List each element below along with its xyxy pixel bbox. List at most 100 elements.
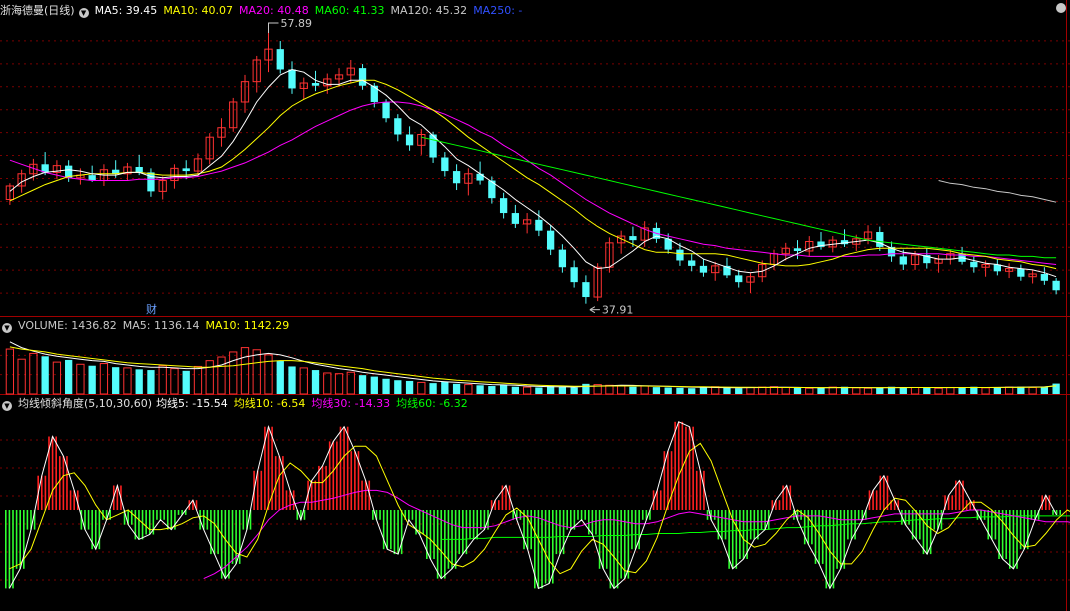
volume-bar bbox=[1040, 387, 1049, 394]
volume-bar bbox=[476, 385, 484, 394]
candle-body bbox=[629, 236, 637, 241]
volume-bar bbox=[464, 384, 473, 395]
volume-bar bbox=[99, 363, 109, 395]
volume-bar bbox=[123, 367, 132, 395]
candle-body bbox=[476, 173, 484, 181]
volume-bar bbox=[629, 386, 637, 394]
candle-body bbox=[135, 167, 143, 173]
volume-bar bbox=[758, 386, 767, 395]
volume-bar bbox=[65, 359, 73, 394]
candle-body bbox=[546, 230, 555, 250]
volume-bar bbox=[193, 365, 203, 395]
volume-bar bbox=[217, 356, 226, 395]
volume-bar bbox=[1028, 386, 1037, 395]
volume-bar bbox=[828, 386, 837, 395]
volume-bar bbox=[147, 370, 155, 394]
volume-bar bbox=[276, 360, 284, 394]
volume-bar bbox=[993, 387, 1001, 394]
volume-bar bbox=[1052, 383, 1060, 394]
candle-body bbox=[358, 68, 367, 86]
ma120-line bbox=[938, 180, 1057, 203]
candle-body bbox=[182, 168, 190, 172]
volume-panel bbox=[5, 341, 1060, 395]
candle-body bbox=[699, 265, 708, 273]
high-price-label: 57.89 bbox=[281, 17, 313, 30]
candle-body bbox=[405, 134, 414, 146]
volume-bar bbox=[852, 387, 861, 395]
candle-body bbox=[311, 83, 320, 86]
volume-bar bbox=[781, 386, 790, 395]
volume-bar bbox=[558, 386, 567, 394]
volume-bar bbox=[934, 387, 943, 395]
volume-bar bbox=[429, 383, 437, 394]
volume-bar bbox=[746, 386, 755, 395]
volume-bar bbox=[170, 368, 179, 395]
low-price-label: 37.91 bbox=[602, 304, 634, 317]
financial-report-marker[interactable]: 财 bbox=[146, 302, 157, 316]
candle-body bbox=[499, 198, 508, 214]
candle-body bbox=[676, 249, 684, 261]
volume-bar bbox=[817, 387, 825, 394]
candle-body bbox=[288, 69, 296, 89]
slope10-line bbox=[9, 442, 1070, 575]
candle-body bbox=[558, 249, 567, 268]
volume-bar bbox=[370, 376, 378, 394]
volume-bar bbox=[76, 363, 85, 395]
volume-bar bbox=[299, 367, 308, 395]
candle-body bbox=[370, 85, 378, 102]
candle-body bbox=[394, 118, 402, 135]
volume-bar bbox=[41, 356, 49, 394]
volume-bar bbox=[252, 349, 261, 395]
candle-body bbox=[899, 256, 907, 265]
volume-bar bbox=[910, 386, 920, 395]
volume-bar bbox=[805, 387, 814, 395]
volume-bar bbox=[793, 387, 802, 394]
volume-bar bbox=[382, 378, 390, 394]
volume-bar bbox=[17, 358, 26, 395]
volume-bar bbox=[863, 387, 873, 395]
volume-bar bbox=[52, 361, 62, 395]
candle-body bbox=[1040, 274, 1049, 281]
volume-bar bbox=[723, 387, 731, 394]
volume-bar bbox=[205, 360, 214, 395]
volume-bar bbox=[288, 366, 296, 394]
volume-bar bbox=[452, 383, 461, 394]
volume-bar bbox=[981, 387, 990, 395]
volume-bar bbox=[676, 387, 684, 394]
volume-bar bbox=[112, 367, 120, 394]
stock-chart: 57.89 37.91 财 bbox=[0, 0, 1070, 611]
volume-bar bbox=[652, 387, 661, 394]
volume-bar bbox=[522, 386, 532, 395]
volume-bar bbox=[182, 370, 190, 394]
volume-bar bbox=[958, 387, 966, 394]
volume-bar bbox=[582, 383, 590, 394]
candle-body bbox=[1017, 268, 1025, 277]
volume-bar bbox=[158, 365, 167, 395]
volume-bar bbox=[946, 386, 955, 395]
slope-panel bbox=[4, 421, 1070, 590]
volume-bar bbox=[640, 385, 649, 395]
candle-body bbox=[688, 260, 696, 266]
volume-bar bbox=[346, 371, 355, 395]
volume-bar bbox=[405, 380, 414, 394]
volume-bar bbox=[499, 384, 508, 394]
ma10-line bbox=[9, 79, 1057, 270]
volume-bar bbox=[688, 388, 696, 394]
volume-bar bbox=[535, 387, 543, 394]
volume-bar bbox=[441, 381, 449, 394]
volume-bar bbox=[229, 351, 238, 395]
volume-bar bbox=[240, 347, 250, 395]
volume-bar bbox=[334, 373, 344, 395]
candle-body bbox=[735, 275, 743, 283]
volume-bar bbox=[311, 370, 320, 394]
candle-body bbox=[511, 213, 520, 224]
volume-bar bbox=[488, 386, 496, 394]
volume-bar bbox=[876, 387, 884, 394]
volume-bar bbox=[617, 385, 626, 395]
candle-body bbox=[441, 157, 449, 172]
candle-body bbox=[876, 232, 884, 247]
candle-body bbox=[535, 219, 543, 231]
volume-bar bbox=[1004, 386, 1014, 395]
volume-bar bbox=[511, 386, 520, 394]
high-marker-line bbox=[268, 22, 279, 34]
